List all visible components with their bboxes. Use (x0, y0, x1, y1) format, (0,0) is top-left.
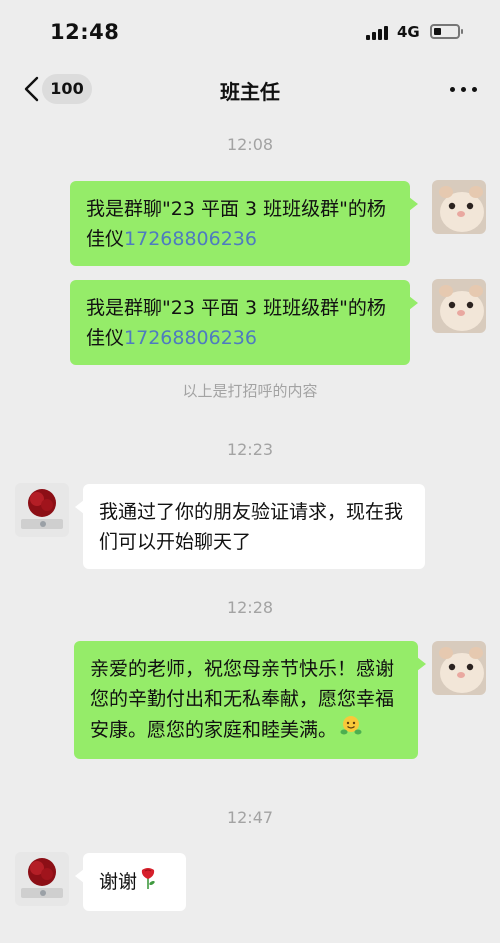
more-button[interactable] (448, 76, 480, 102)
hamster-avatar-icon (432, 279, 486, 333)
rose-emoji-icon (139, 866, 157, 899)
contact-avatar[interactable] (15, 852, 69, 906)
message-text: 谢谢 (99, 871, 138, 893)
contact-avatar[interactable] (15, 483, 69, 537)
system-notice: 以上是打招呼的内容 (182, 382, 318, 400)
my-avatar[interactable] (432, 279, 486, 333)
message-bubble[interactable]: 我通过了你的朋友验证请求，现在我们可以开始聊天了 (75, 484, 425, 569)
phone-number-link[interactable]: 17268806236 (124, 228, 257, 250)
phone-number-link[interactable]: 17268806236 (124, 327, 257, 349)
rose-avatar-icon (15, 483, 69, 537)
message-bubble[interactable]: 我是群聊"23 平面 3 班班级群"的杨佳仪17268806236 (70, 280, 418, 365)
network-type: 4G (397, 23, 420, 41)
battery-icon (430, 24, 463, 39)
my-avatar[interactable] (432, 641, 486, 695)
chat-header: 100 班主任 (0, 64, 500, 116)
timestamp: 12:47 (226, 808, 274, 827)
my-avatar[interactable] (432, 180, 486, 234)
message-bubble[interactable]: 谢谢 (75, 853, 186, 911)
timestamp: 12:28 (226, 598, 274, 617)
message-bubble[interactable]: 亲爱的老师，祝您母亲节快乐！感谢您的辛勤付出和无私奉献，愿您幸福安康。愿您的家庭… (74, 641, 426, 759)
chat-title: 班主任 (220, 80, 280, 104)
timestamp: 12:08 (226, 135, 274, 154)
timestamp: 12:23 (226, 440, 274, 459)
rose-avatar-icon (15, 852, 69, 906)
status-time: 12:48 (50, 20, 120, 44)
message-bubble[interactable]: 我是群聊"23 平面 3 班班级群"的杨佳仪17268806236 (70, 181, 418, 266)
message-text: 我通过了你的朋友验证请求，现在我们可以开始聊天了 (99, 501, 404, 553)
hugging-face-emoji-icon (339, 714, 363, 747)
status-bar: 12:48 4G (0, 0, 500, 64)
hamster-avatar-icon (432, 180, 486, 234)
hamster-avatar-icon (432, 641, 486, 695)
signal-icon (366, 26, 388, 40)
